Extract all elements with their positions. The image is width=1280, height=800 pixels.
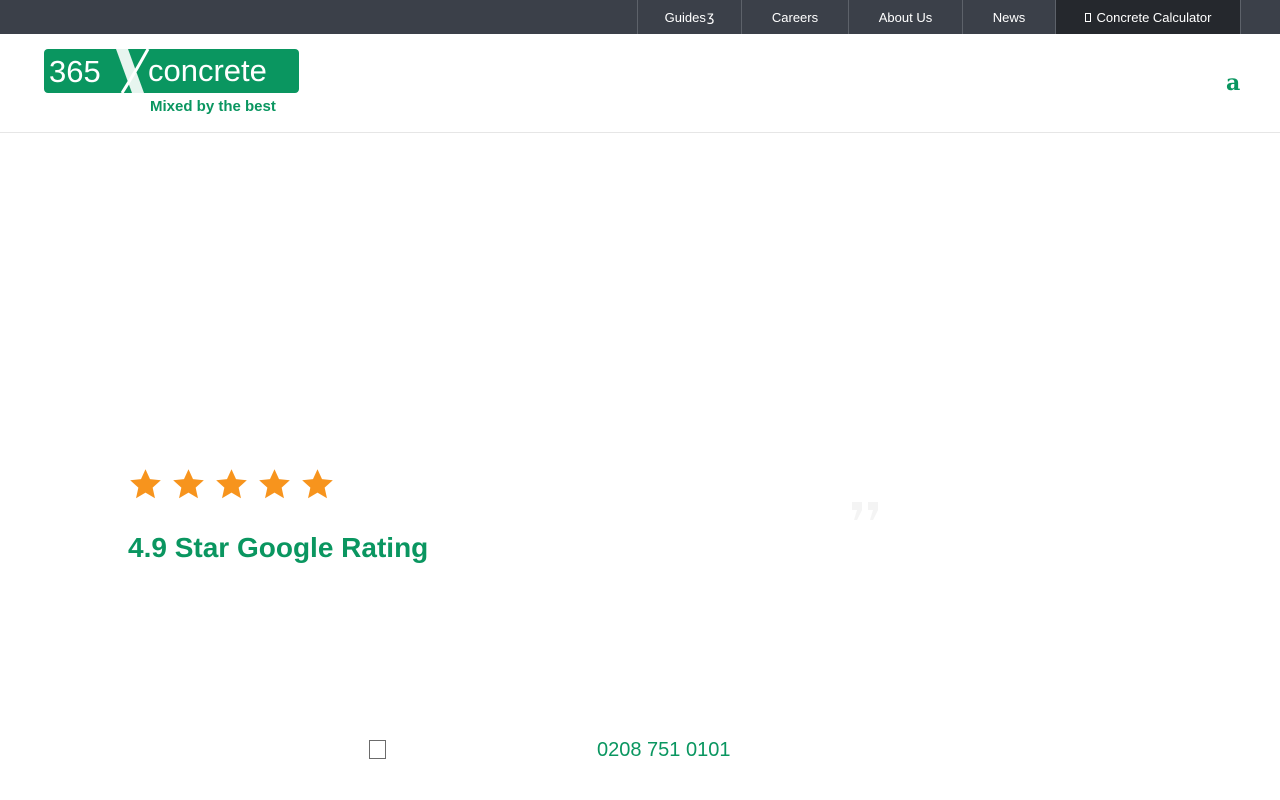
topnav-about-us[interactable]: About Us	[848, 0, 962, 34]
topnav-news[interactable]: News	[962, 0, 1055, 34]
topnav-careers[interactable]: Careers	[741, 0, 848, 34]
star-icon	[302, 469, 333, 499]
topnav-news-label: News	[992, 9, 1026, 25]
topnav-concrete-calculator[interactable]: Concrete Calculator	[1055, 0, 1241, 34]
topnav-guides-label: Guides	[664, 9, 706, 25]
top-nav: Guides ʒ Careers About Us News Concrete C…	[637, 0, 1241, 34]
rating-text: 4.9 Star Google Rating	[128, 532, 429, 563]
logo-number: 365	[49, 54, 101, 89]
topnav-about-label: About Us	[878, 9, 933, 25]
star-rating	[128, 467, 335, 502]
quote-icon	[852, 502, 878, 520]
site-logo[interactable]: 365 concrete Mixed by the best	[44, 49, 300, 117]
topnav-careers-label: Careers	[771, 9, 819, 25]
site-header: 365 concrete Mixed by the best a	[0, 34, 1280, 133]
phone-number[interactable]: 0208 751 0101	[597, 739, 730, 762]
topnav-calculator-label: Concrete Calculator	[1096, 9, 1212, 25]
logo-graphic: 365 concrete Mixed by the best	[44, 49, 299, 115]
topnav-guides[interactable]: Guides ʒ	[637, 0, 741, 34]
calculator-icon	[1084, 12, 1091, 22]
chevron-down-icon: ʒ	[706, 9, 715, 25]
logo-tagline: Mixed by the best	[150, 98, 276, 115]
top-bar: Guides ʒ Careers About Us News Concrete C…	[0, 0, 1280, 34]
star-icon	[130, 469, 161, 499]
menu-icon[interactable]: a	[1226, 70, 1240, 96]
star-icon	[216, 469, 247, 499]
logo-word: concrete	[148, 53, 267, 88]
star-icon	[259, 469, 290, 499]
phone-icon[interactable]	[369, 740, 386, 759]
star-icon	[173, 469, 204, 499]
